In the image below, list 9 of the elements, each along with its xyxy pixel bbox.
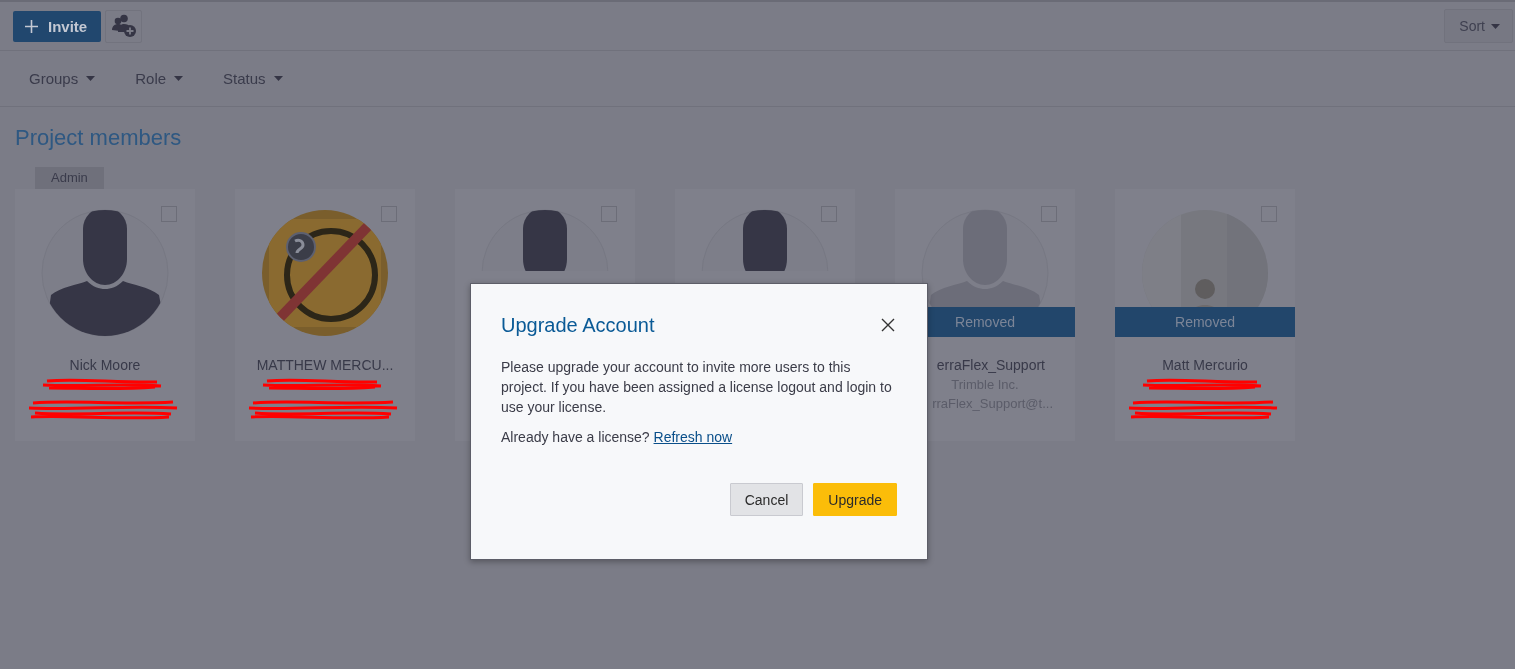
member-name: Nick Moore — [68, 357, 142, 373]
section-title: Project members — [15, 125, 183, 151]
dialog-message: Please upgrade your account to invite more users to this project. If you have been assigned a license logout and login to use your license. — [501, 358, 893, 417]
license-prompt: Already have a license? — [501, 429, 650, 445]
member-name: MATTHEW MERCU... — [255, 357, 395, 373]
dialog-title: Upgrade Account — [501, 314, 655, 337]
member-name: Matt Mercurio — [1161, 357, 1249, 373]
status-banner: Removed — [1115, 307, 1295, 337]
member-name: erraFlex_Support — [935, 357, 1046, 373]
